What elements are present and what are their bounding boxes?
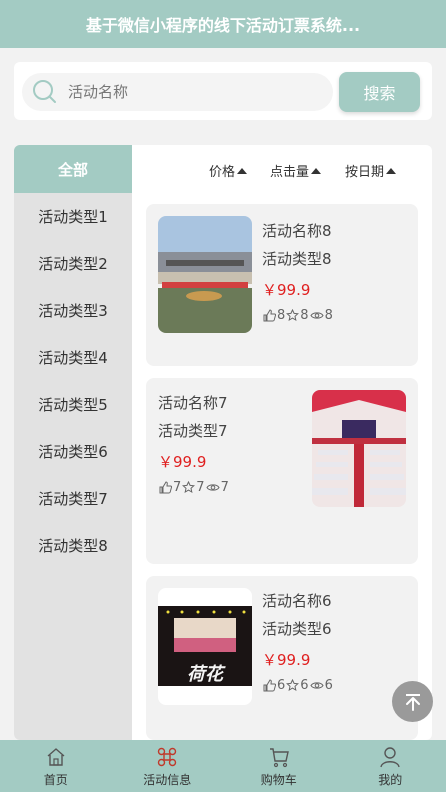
activity-stats: 8 8 8	[262, 305, 333, 325]
view-count: 7	[220, 479, 229, 495]
activity-price: ￥99.9	[262, 281, 311, 299]
activity-type: 活动类型6	[262, 620, 332, 638]
home-icon	[47, 748, 65, 766]
arrow-up-icon	[405, 693, 420, 711]
activity-card[interactable]: 活动名称7 活动类型7 ￥99.9 7 7 7	[146, 378, 418, 564]
activity-thumbnail[interactable]	[312, 390, 406, 507]
activity-name: 活动名称7	[158, 394, 228, 412]
activity-card[interactable]: 荷花 活动名称6 活动类型6 ￥99.9 6 6 6	[146, 576, 418, 740]
thumbs-up-icon	[263, 308, 276, 321]
sort-up-icon	[237, 167, 248, 174]
search-button[interactable]: 搜索	[339, 72, 420, 112]
category-item-3[interactable]: 活动类型3	[14, 287, 132, 334]
sort-date-label: 按日期	[345, 165, 385, 180]
category-item-2[interactable]: 活动类型2	[14, 240, 132, 287]
category-item-all[interactable]: 全部	[14, 145, 132, 193]
bottom-tab-bar: 首页 活动信息 购物车 我的	[0, 740, 446, 792]
category-item-8[interactable]: 活动类型8	[14, 522, 132, 569]
activity-icon	[158, 747, 177, 767]
eye-icon	[309, 311, 324, 319]
activity-card[interactable]: 活动名称8 活动类型8 ￥99.9 8 8 8	[146, 204, 418, 366]
thumb-caption: 荷花	[187, 664, 226, 685]
activity-price: ￥99.9	[262, 651, 311, 669]
activity-name: 活动名称8	[262, 222, 332, 240]
tab-cart[interactable]: 购物车	[223, 740, 335, 792]
activity-stats: 7 7 7	[158, 477, 229, 497]
tab-home-label: 首页	[43, 773, 68, 787]
sort-up-icon	[311, 167, 322, 174]
category-item-6[interactable]: 活动类型6	[14, 428, 132, 475]
sort-up-icon	[386, 167, 397, 174]
eye-icon	[205, 483, 220, 491]
sort-price[interactable]: 价格	[209, 161, 248, 180]
activity-thumbnail[interactable]: 荷花	[158, 588, 252, 705]
activity-thumbnail[interactable]	[158, 216, 252, 333]
tab-activity[interactable]: 活动信息	[112, 740, 224, 792]
search-icon	[33, 80, 56, 103]
activity-stats: 6 6 6	[262, 675, 333, 695]
view-count: 8	[324, 307, 333, 323]
user-icon	[380, 747, 400, 768]
category-item-1[interactable]: 活动类型1	[14, 193, 132, 240]
back-to-top-button[interactable]	[392, 681, 433, 722]
like-count: 7	[173, 479, 182, 495]
star-count: 6	[300, 677, 309, 693]
thumbs-up-icon	[159, 480, 172, 493]
star-count: 8	[300, 307, 309, 323]
view-count: 6	[324, 677, 333, 693]
activity-info: 活动名称8 活动类型8 ￥99.9 8 8 8	[262, 217, 333, 325]
tab-home[interactable]: 首页	[0, 740, 112, 792]
activity-type: 活动类型7	[158, 422, 228, 440]
activity-type: 活动类型8	[262, 250, 332, 268]
category-item-7[interactable]: 活动类型7	[14, 475, 132, 522]
star-icon	[182, 480, 196, 493]
sort-date[interactable]: 按日期	[345, 161, 397, 180]
sort-price-label: 价格	[209, 165, 236, 180]
activity-name: 活动名称6	[262, 592, 332, 610]
thumbs-up-icon	[263, 678, 276, 691]
category-sidebar: 全部 活动类型1 活动类型2 活动类型3 活动类型4 活动类型5 活动类型6 活…	[14, 145, 132, 740]
page-title: 基于微信小程序的线下活动订票系统...	[85, 16, 361, 35]
tab-activity-label: 活动信息	[143, 773, 192, 787]
cart-icon	[269, 748, 289, 768]
search-input[interactable]	[68, 83, 308, 101]
eye-icon	[309, 681, 324, 689]
sort-clicks-label: 点击量	[270, 165, 310, 180]
star-icon	[286, 678, 300, 691]
sort-bar: 价格 点击量 按日期	[132, 145, 432, 195]
app-header: 基于微信小程序的线下活动订票系统...	[0, 0, 446, 48]
tab-mine-label: 我的	[378, 773, 403, 787]
activity-info: 活动名称7 活动类型7 ￥99.9 7 7 7	[158, 389, 229, 497]
content-panel: 全部 活动类型1 活动类型2 活动类型3 活动类型4 活动类型5 活动类型6 活…	[14, 145, 432, 740]
tab-mine[interactable]: 我的	[335, 740, 446, 792]
category-item-5[interactable]: 活动类型5	[14, 381, 132, 428]
activity-price: ￥99.9	[158, 453, 207, 471]
activity-info: 活动名称6 活动类型6 ￥99.9 6 6 6	[262, 587, 333, 695]
like-count: 6	[277, 677, 286, 693]
sort-clicks[interactable]: 点击量	[270, 161, 322, 180]
like-count: 8	[277, 307, 286, 323]
star-icon	[286, 308, 300, 321]
star-count: 7	[196, 479, 205, 495]
search-box[interactable]	[22, 73, 333, 111]
tab-cart-label: 购物车	[260, 773, 297, 787]
search-panel: 搜索	[14, 62, 432, 120]
category-item-4[interactable]: 活动类型4	[14, 334, 132, 381]
